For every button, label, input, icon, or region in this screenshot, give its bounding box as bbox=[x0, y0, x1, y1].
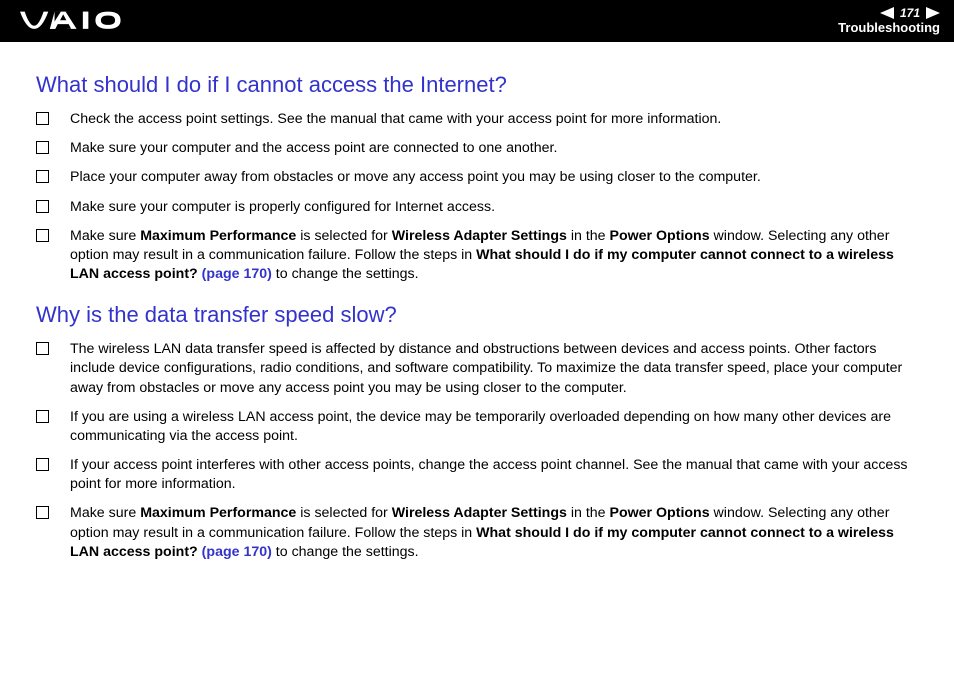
list-item: If your access point interferes with oth… bbox=[36, 456, 922, 494]
page-navigation: 171 bbox=[880, 6, 940, 20]
section-title: Troubleshooting bbox=[838, 20, 940, 36]
list-item: Make sure your computer and the access p… bbox=[36, 139, 922, 158]
text: to change the settings. bbox=[272, 266, 419, 282]
heading-internet-access: What should I do if I cannot access the … bbox=[36, 72, 922, 98]
list-item: The wireless LAN data transfer speed is … bbox=[36, 340, 922, 398]
checklist-internet: Check the access point settings. See the… bbox=[36, 110, 922, 284]
page-number: 171 bbox=[896, 6, 924, 20]
bold-text: Power Options bbox=[610, 228, 710, 244]
list-item: Make sure Maximum Performance is selecte… bbox=[36, 227, 922, 285]
bold-text: Maximum Performance bbox=[140, 505, 296, 521]
page-header: 171 Troubleshooting bbox=[0, 0, 954, 42]
list-item: If you are using a wireless LAN access p… bbox=[36, 408, 922, 446]
arrow-left-icon bbox=[880, 7, 894, 19]
bold-text: Wireless Adapter Settings bbox=[392, 505, 567, 521]
header-right: 171 Troubleshooting bbox=[838, 6, 940, 36]
bold-text: Maximum Performance bbox=[140, 228, 296, 244]
text: is selected for bbox=[296, 228, 391, 244]
text: in the bbox=[567, 228, 610, 244]
list-item: Make sure your computer is properly conf… bbox=[36, 198, 922, 217]
page-reference-link[interactable]: (page 170) bbox=[202, 544, 272, 560]
arrow-right-icon bbox=[926, 7, 940, 19]
text: Make sure bbox=[70, 228, 140, 244]
page-reference-link[interactable]: (page 170) bbox=[202, 266, 272, 282]
text: to change the settings. bbox=[272, 544, 419, 560]
checklist-speed: The wireless LAN data transfer speed is … bbox=[36, 340, 922, 562]
list-item: Check the access point settings. See the… bbox=[36, 110, 922, 129]
prev-page-button[interactable] bbox=[880, 7, 894, 19]
page-content: What should I do if I cannot access the … bbox=[0, 42, 954, 592]
text: in the bbox=[567, 505, 610, 521]
list-item: Make sure Maximum Performance is selecte… bbox=[36, 504, 922, 562]
text: Make sure bbox=[70, 505, 140, 521]
heading-transfer-speed: Why is the data transfer speed slow? bbox=[36, 302, 922, 328]
vaio-logo bbox=[20, 10, 146, 32]
list-item: Place your computer away from obstacles … bbox=[36, 168, 922, 187]
text: is selected for bbox=[296, 505, 391, 521]
next-page-button[interactable] bbox=[926, 7, 940, 19]
bold-text: Power Options bbox=[610, 505, 710, 521]
bold-text: Wireless Adapter Settings bbox=[392, 228, 567, 244]
